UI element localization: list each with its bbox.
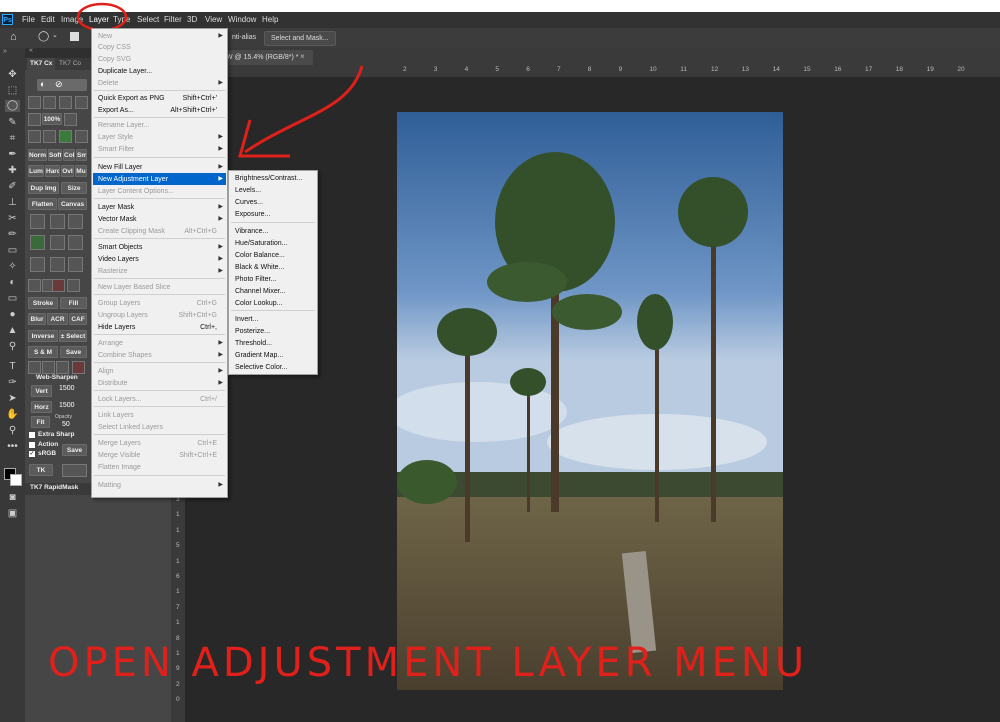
layer-menu-item-10[interactable]: New Fill Layer [98, 162, 142, 173]
adjustment-menu-item-12[interactable]: Posterize... [235, 326, 270, 337]
layer-menu-item-22[interactable]: Hide Layers [98, 322, 135, 333]
layer-menu-item-28[interactable]: Link Layers [98, 410, 134, 421]
submenu-arrow-icon: ▶ [218, 380, 223, 386]
submenu-arrow-icon: ▶ [218, 482, 223, 488]
menu-separator [94, 238, 225, 239]
menu-shortcut: Ctrl+, [200, 324, 217, 331]
menu-separator [94, 278, 225, 279]
layer-menu-item-16[interactable]: Smart Objects [98, 242, 142, 253]
menu-separator [94, 90, 225, 91]
menu-shortcut: Ctrl+/ [200, 396, 217, 403]
layer-menu-item-13[interactable]: Layer Mask [98, 202, 134, 213]
adjustment-menu-item-6[interactable]: Color Balance... [235, 250, 285, 261]
submenu-arrow-icon: ▶ [218, 176, 223, 182]
adjustment-menu-item-0[interactable]: Brightness/Contrast... [235, 173, 302, 184]
adjustment-menu-item-8[interactable]: Photo Filter... [235, 274, 276, 285]
submenu-arrow-icon: ▶ [218, 340, 223, 346]
menu-separator [231, 222, 315, 223]
layer-menu-item-11[interactable]: New Adjustment Layer [98, 174, 168, 185]
menu-separator [94, 390, 225, 391]
submenu-arrow-icon: ▶ [218, 368, 223, 374]
layer-menu-item-12[interactable]: Layer Content Options... [98, 186, 174, 197]
layer-menu-item-18[interactable]: Rasterize [98, 266, 128, 277]
adjustment-menu-item-15[interactable]: Selective Color... [235, 362, 288, 373]
menu-separator [94, 406, 225, 407]
layer-menu-item-24[interactable]: Combine Shapes [98, 350, 152, 361]
adjustment-menu-item-5[interactable]: Hue/Saturation... [235, 238, 288, 249]
submenu-arrow-icon: ▶ [218, 216, 223, 222]
layer-menu-item-1[interactable]: Copy CSS [98, 42, 131, 53]
adjustment-menu-item-9[interactable]: Channel Mixer... [235, 286, 286, 297]
submenu-arrow-icon: ▶ [218, 33, 223, 39]
menu-separator [94, 334, 225, 335]
layer-menu-item-5[interactable]: Quick Export as PNG [98, 93, 165, 104]
submenu-arrow-icon: ▶ [218, 80, 223, 86]
layer-menu-item-30[interactable]: Merge Layers [98, 438, 141, 449]
layer-menu-item-29[interactable]: Select Linked Layers [98, 422, 163, 433]
adjustment-menu-item-1[interactable]: Levels... [235, 185, 261, 196]
submenu-arrow-icon: ▶ [218, 256, 223, 262]
new-adjustment-layer-submenu: Brightness/Contrast... Levels... Curves...… [228, 170, 318, 375]
layer-menu: New ▶ Copy CSS Copy SVG Duplicate Layer... De… [91, 28, 228, 498]
submenu-arrow-icon: ▶ [218, 244, 223, 250]
menu-separator [94, 294, 225, 295]
layer-menu-item-23[interactable]: Arrange [98, 338, 123, 349]
menu-shortcut: Shift+Ctrl+E [179, 452, 217, 459]
submenu-arrow-icon: ▶ [218, 204, 223, 210]
layer-menu-item-8[interactable]: Layer Style [98, 132, 133, 143]
layer-menu-item-6[interactable]: Export As... [98, 105, 134, 116]
submenu-arrow-icon: ▶ [218, 352, 223, 358]
layer-menu-item-9[interactable]: Smart Filter [98, 144, 134, 155]
annotation-caption: OPEN ADJUSTMENT LAYER MENU [48, 640, 809, 686]
menu-separator [94, 117, 225, 118]
layer-menu-item-20[interactable]: Group Layers [98, 298, 140, 309]
adjustment-menu-item-4[interactable]: Vibrance... [235, 226, 268, 237]
layer-menu-item-25[interactable]: Align [98, 366, 114, 377]
menu-separator [94, 434, 225, 435]
menu-shortcut: Ctrl+G [196, 300, 217, 307]
menu-separator [231, 310, 315, 311]
menu-separator [94, 157, 225, 158]
submenu-arrow-icon: ▶ [218, 146, 223, 152]
menu-separator [94, 475, 225, 476]
submenu-arrow-icon: ▶ [218, 268, 223, 274]
adjustment-menu-item-2[interactable]: Curves... [235, 197, 263, 208]
menu-shortcut: Shift+Ctrl+G [178, 312, 217, 319]
layer-menu-item-17[interactable]: Video Layers [98, 254, 139, 265]
annotation-circle [76, 2, 128, 32]
annotation-arrow-shaft [244, 65, 364, 154]
layer-menu-item-21[interactable]: Ungroup Layers [98, 310, 148, 321]
menu-shortcut: Alt+Shift+Ctrl+' [170, 107, 217, 114]
menu-shortcut: Alt+Ctrl+G [184, 228, 217, 235]
layer-menu-item-33[interactable]: Matting [98, 480, 121, 491]
menu-separator [94, 198, 225, 199]
submenu-arrow-icon: ▶ [218, 134, 223, 140]
layer-menu-item-0[interactable]: New [98, 31, 112, 42]
adjustment-menu-item-11[interactable]: Invert... [235, 314, 258, 325]
adjustment-menu-item-3[interactable]: Exposure... [235, 209, 270, 220]
menu-shortcut: Ctrl+E [197, 440, 217, 447]
layer-menu-item-4[interactable]: Delete [98, 78, 118, 89]
adjustment-menu-item-13[interactable]: Threshold... [235, 338, 272, 349]
layer-menu-item-32[interactable]: Flatten Image [98, 462, 141, 473]
adjustment-menu-item-7[interactable]: Black & White... [235, 262, 284, 273]
layer-menu-item-26[interactable]: Distribute [98, 378, 128, 389]
layer-menu-item-3[interactable]: Duplicate Layer... [98, 66, 152, 77]
adjustment-menu-item-10[interactable]: Color Lookup... [235, 298, 282, 309]
menu-separator [94, 362, 225, 363]
adjustment-menu-item-14[interactable]: Gradient Map... [235, 350, 283, 361]
layer-menu-item-2[interactable]: Copy SVG [98, 54, 131, 65]
submenu-arrow-icon: ▶ [218, 164, 223, 170]
menu-shortcut: Shift+Ctrl+' [182, 95, 217, 102]
layer-menu-item-14[interactable]: Vector Mask [98, 214, 137, 225]
layer-menu-item-15[interactable]: Create Clipping Mask [98, 226, 165, 237]
layer-menu-item-19[interactable]: New Layer Based Slice [98, 282, 170, 293]
layer-menu-item-7[interactable]: Rename Layer... [98, 120, 149, 131]
layer-menu-item-27[interactable]: Lock Layers... [98, 394, 142, 405]
layer-menu-item-31[interactable]: Merge Visible [98, 450, 140, 461]
